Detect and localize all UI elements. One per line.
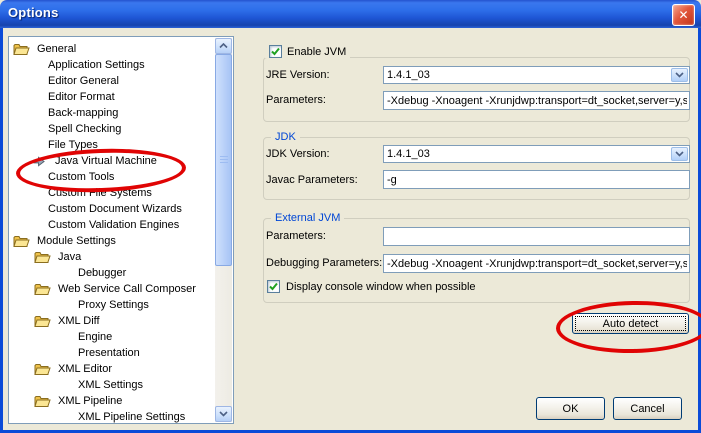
jdk-group-title: JDK — [271, 131, 300, 143]
external-jvm-group-title: External JVM — [271, 212, 344, 224]
javac-parameters-input[interactable] — [383, 170, 690, 189]
jvm-parameters-input[interactable] — [383, 91, 690, 110]
scrollbar-grip — [220, 156, 228, 164]
tree-item-label: XML Editor — [58, 363, 112, 375]
tree-item-label: Presentation — [78, 347, 140, 359]
options-dialog: Options ✕ General Application Settings Edi… — [0, 0, 701, 433]
jre-version-label: JRE Version: — [266, 69, 330, 81]
enable-jvm-caption: Enable JVM — [265, 45, 350, 58]
tree-scrollbar[interactable] — [215, 38, 232, 422]
folder-icon — [13, 235, 30, 248]
folder-icon — [34, 363, 51, 376]
tree-item-label: Back-mapping — [48, 107, 118, 119]
tree-item-custom-file-systems[interactable]: Custom File Systems — [9, 185, 233, 201]
scroll-up-button[interactable] — [215, 38, 232, 54]
tree-item-label: XML Pipeline Settings — [78, 411, 185, 423]
jre-version-value: 1.4.1_03 — [384, 69, 430, 81]
tree-item-xml-pipeline[interactable]: XML Pipeline — [9, 393, 233, 409]
tree-item-label: Custom Validation Engines — [48, 219, 179, 231]
jdk-version-dropdown-icon[interactable] — [671, 147, 688, 161]
tree-item-custom-tools[interactable]: Custom Tools — [9, 169, 233, 185]
tree-item-label: Module Settings — [37, 235, 116, 247]
tree-item-general[interactable]: General — [9, 41, 233, 57]
tree-item-label: XML Pipeline — [58, 395, 122, 407]
folder-icon — [34, 251, 51, 264]
tree-item-label: Custom File Systems — [48, 187, 152, 199]
scroll-down-button[interactable] — [215, 406, 232, 422]
jdk-version-value: 1.4.1_03 — [384, 148, 430, 160]
tree-item-label: Web Service Call Composer — [58, 283, 196, 295]
tree-item-editor-format[interactable]: Editor Format — [9, 89, 233, 105]
tree-item-presentation[interactable]: Presentation — [9, 345, 233, 361]
scrollbar-thumb[interactable] — [215, 54, 232, 266]
enable-jvm-label: Enable JVM — [287, 46, 346, 58]
chevron-down-icon — [219, 411, 228, 417]
tree-item-label: Custom Document Wizards — [48, 203, 182, 215]
window-title: Options — [8, 5, 59, 20]
tree-item-label: Custom Tools — [48, 171, 114, 183]
arrow-icon — [33, 156, 45, 167]
javac-parameters-label: Javac Parameters: — [266, 174, 358, 186]
jre-version-combobox[interactable]: 1.4.1_03 — [383, 66, 690, 84]
tree-item-custom-document-wizards[interactable]: Custom Document Wizards — [9, 201, 233, 217]
folder-icon — [34, 395, 51, 408]
tree-item-label: XML Diff — [58, 315, 100, 327]
chevron-up-icon — [219, 43, 228, 49]
tree-item-custom-validation-engines[interactable]: Custom Validation Engines — [9, 217, 233, 233]
title-bar: Options ✕ — [0, 0, 701, 28]
tree-item-label: Proxy Settings — [78, 299, 149, 311]
check-icon — [270, 46, 281, 57]
tree-item-label: Debugger — [78, 267, 126, 279]
close-icon: ✕ — [678, 8, 688, 22]
tree-item-file-types[interactable]: File Types — [9, 137, 233, 153]
folder-icon — [34, 283, 51, 296]
close-button[interactable]: ✕ — [672, 4, 695, 26]
tree-item-label: Engine — [78, 331, 112, 343]
tree-item-xml-editor[interactable]: XML Editor — [9, 361, 233, 377]
settings-tree: General Application Settings Editor Genera… — [8, 36, 234, 424]
debugging-parameters-input[interactable] — [383, 254, 690, 273]
jvm-parameters-label: Parameters: — [266, 94, 326, 106]
tree-items: General Application Settings Editor Genera… — [9, 41, 233, 424]
tree-item-label: Java — [58, 251, 81, 263]
display-console-label: Display console window when possible — [286, 281, 476, 293]
tree-item-xml-diff[interactable]: XML Diff — [9, 313, 233, 329]
dialog-body: General Application Settings Editor Genera… — [0, 28, 701, 433]
jdk-version-label: JDK Version: — [266, 148, 330, 160]
tree-item-label: Spell Checking — [48, 123, 121, 135]
display-console-checkbox[interactable] — [267, 280, 280, 293]
check-icon — [268, 281, 279, 292]
tree-item-back-mapping[interactable]: Back-mapping — [9, 105, 233, 121]
tree-item-label: XML Settings — [78, 379, 143, 391]
tree-item-xml-settings[interactable]: XML Settings — [9, 377, 233, 393]
tree-item-label: Editor Format — [48, 91, 115, 103]
tree-item-spell-checking[interactable]: Spell Checking — [9, 121, 233, 137]
tree-item-engine[interactable]: Engine — [9, 329, 233, 345]
tree-item-application-settings[interactable]: Application Settings — [9, 57, 233, 73]
tree-item-label: Java Virtual Machine — [55, 155, 157, 167]
tree-item-label: File Types — [48, 139, 98, 151]
auto-detect-button[interactable]: Auto detect — [572, 313, 689, 334]
tree-item-editor-general[interactable]: Editor General — [9, 73, 233, 89]
folder-icon — [34, 315, 51, 328]
tree-item-java-virtual-machine[interactable]: Java Virtual Machine — [9, 153, 233, 169]
tree-item-label: Application Settings — [48, 59, 145, 71]
external-parameters-input[interactable] — [383, 227, 690, 246]
tree-item-proxy-settings[interactable]: Proxy Settings — [9, 297, 233, 313]
ok-button[interactable]: OK — [536, 397, 605, 420]
jre-version-dropdown-icon[interactable] — [671, 68, 688, 82]
tree-item-module-settings[interactable]: Module Settings — [9, 233, 233, 249]
external-parameters-label: Parameters: — [266, 230, 326, 242]
tree-item-label: General — [37, 43, 76, 55]
enable-jvm-checkbox[interactable] — [269, 45, 282, 58]
tree-item-java[interactable]: Java — [9, 249, 233, 265]
folder-icon — [13, 43, 30, 56]
tree-item-label: Editor General — [48, 75, 119, 87]
tree-item-web-service-call-composer[interactable]: Web Service Call Composer — [9, 281, 233, 297]
jdk-version-combobox[interactable]: 1.4.1_03 — [383, 145, 690, 163]
tree-item-debugger[interactable]: Debugger — [9, 265, 233, 281]
cancel-button[interactable]: Cancel — [613, 397, 682, 420]
debugging-parameters-label: Debugging Parameters: — [266, 257, 382, 269]
tree-item-xml-pipeline-settings[interactable]: XML Pipeline Settings — [9, 409, 233, 424]
